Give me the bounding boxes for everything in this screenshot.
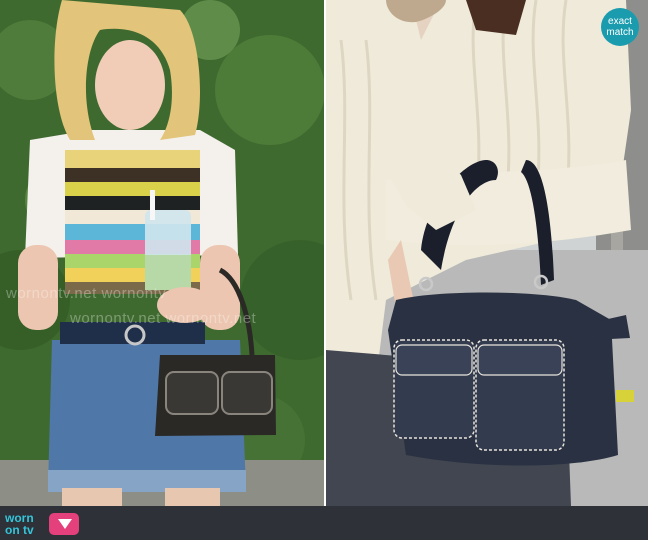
right-photo: exact match [326, 0, 648, 506]
watermark-text: wornontv.net wornontv.net [70, 310, 257, 327]
wornontv-logo[interactable]: worn on tv [5, 511, 85, 537]
logo-text-bottom: on tv [5, 523, 34, 537]
badge-line-1: exact [608, 16, 632, 27]
exact-match-badge: exact match [601, 8, 639, 46]
badge-line-2: match [606, 27, 634, 38]
left-photo: wornontv.net wornontv wornontv.net worno… [0, 0, 324, 506]
tv-icon [49, 513, 79, 535]
right-photo-image [326, 0, 648, 506]
watermark-text: wornontv.net wornontv [6, 285, 167, 302]
left-photo-image [0, 0, 324, 506]
footer-bar: worn on tv [0, 506, 648, 540]
